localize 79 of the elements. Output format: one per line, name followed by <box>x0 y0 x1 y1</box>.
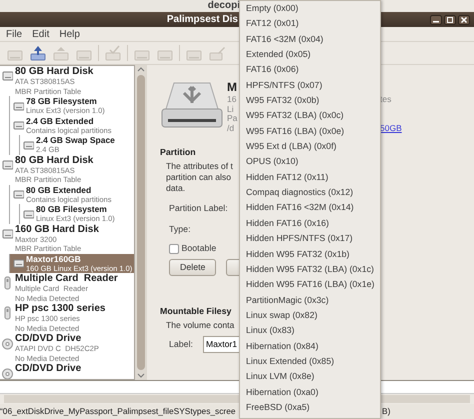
window-title: Palimpsest Dis <box>166 13 238 27</box>
menu-item[interactable]: Edit <box>32 26 50 42</box>
menu-item[interactable]: PartitionMagic (0x3c) <box>246 292 329 308</box>
device-title: CD/DVD Drive <box>15 333 82 344</box>
menu-item[interactable]: Hidden FAT12 (0x11) <box>246 170 328 186</box>
minimize-icon[interactable] <box>430 14 442 24</box>
menu-item[interactable]: W95 Ext d (LBA) (0x0f) <box>246 139 336 154</box>
drive-icon[interactable] <box>29 44 47 62</box>
device-title: HP psc 1300 series <box>15 303 106 314</box>
label-field[interactable]: Maxtor1 <box>202 336 239 353</box>
menu-item[interactable]: Hibernation (0xa0) <box>246 384 318 400</box>
drive-icon <box>23 208 34 220</box>
drive-icon <box>13 100 24 112</box>
device-title: CD/DVD Drive <box>15 363 82 374</box>
menu-item[interactable]: Extended (0x05) <box>246 47 311 62</box>
menu-item[interactable]: FAT16 (0x06) <box>246 62 299 78</box>
status-text: B) <box>382 406 390 416</box>
menu-item[interactable]: OPUS (0x10) <box>246 154 298 170</box>
menu-item[interactable]: Hidden FAT16 (0x16) <box>246 216 329 232</box>
description-text: The volume conta <box>166 320 234 331</box>
menu-item[interactable]: W95 FAT32 (0x0b) <box>246 93 320 108</box>
menu-item[interactable]: FreeBSD (0xa5) <box>246 400 310 416</box>
maximize-icon[interactable] <box>444 14 456 24</box>
menu-item[interactable]: Linux LVM (0x8e) <box>246 369 314 385</box>
item-title: 80 GB Filesystem <box>36 204 108 214</box>
menu-item[interactable]: Hibernation (0x84) <box>246 338 318 354</box>
device-title: 80 GB Hard Disk <box>15 66 94 77</box>
section-heading: Mountable Filesy <box>160 306 232 317</box>
menu-item[interactable]: File <box>6 26 22 42</box>
detail-text: /d <box>227 124 234 133</box>
menu-item[interactable]: Linux (0x83) <box>246 323 294 339</box>
menu-item[interactable]: FAT16 <32M (0x04) <box>246 32 324 48</box>
menu-item[interactable]: Linux Extended (0x85) <box>246 354 334 370</box>
field-label: Type: <box>169 224 191 234</box>
menu-item[interactable]: Hidden FAT16 <32M (0x14) <box>246 200 354 216</box>
menu-item[interactable]: Hidden W95 FAT16 (LBA) (0x1e) <box>246 277 374 293</box>
field-label: Label: <box>169 338 193 351</box>
item-title: Maxtor160GB <box>26 254 82 264</box>
item-title: 78 GB Filesystem <box>26 96 98 106</box>
menu-item[interactable]: FAT12 (0x01) <box>246 16 299 32</box>
device-heading: M <box>227 79 237 95</box>
section-heading: Partition <box>160 147 196 158</box>
menu-item[interactable]: Hidden HPFS/NTFS (0x17) <box>246 231 353 246</box>
detail-text: Li <box>227 104 234 114</box>
close-icon[interactable] <box>458 14 470 24</box>
drive-icon <box>13 257 24 270</box>
field-label: Partition Label: <box>169 202 228 213</box>
device-title: 80 GB Hard Disk <box>15 154 94 166</box>
menu-item[interactable]: W95 FAT32 (LBA) (0x0c) <box>246 108 344 124</box>
menu-item[interactable]: W95 FAT16 (LBA) (0x0e) <box>246 124 344 140</box>
description-text: The attributes of t partition can also data. <box>166 160 233 194</box>
device-link[interactable]: 50GB <box>380 124 402 133</box>
drive-icon <box>13 188 24 200</box>
drive-icon <box>23 138 34 151</box>
menu-item[interactable]: HPFS/NTFS (0x07) <box>246 78 322 94</box>
item-title: 80 GB Extended <box>26 184 92 194</box>
menu-item[interactable]: Empty (0x00) <box>246 1 298 16</box>
scrollbar[interactable] <box>135 65 147 380</box>
item-title: 2.4 GB Swap Space <box>36 135 115 145</box>
menu-item[interactable]: Linux swap (0x82) <box>246 308 318 324</box>
scroll-up-icon[interactable] <box>137 67 145 72</box>
checkbox[interactable] <box>169 244 179 254</box>
menu-item[interactable]: Hidden W95 FAT32 (0x1b) <box>246 246 350 262</box>
checkbox-label[interactable]: Bootable <box>182 242 216 256</box>
item-title: 2.4 GB Extended <box>26 116 95 126</box>
menu-item[interactable]: Hidden W95 FAT32 (LBA) (0x1c) <box>246 262 374 278</box>
device-title: Multiple Card Reader <box>15 273 118 284</box>
delete-button[interactable]: Delete <box>169 259 216 276</box>
menu-item[interactable]: Compaq diagnostics (0x12) <box>246 185 354 200</box>
tree-item[interactable]: CD/DVD Drive <box>0 363 134 379</box>
file-name: “06_extDiskDrive_MyPassport_Palimpsest_fileSYStypes_scree <box>0 405 236 418</box>
device-title: 160 GB Hard Disk <box>15 224 99 234</box>
scroll-down-icon[interactable] <box>137 373 145 378</box>
menu-item[interactable]: Help <box>59 26 80 42</box>
detail-text: Pa <box>227 114 238 124</box>
drive-icon <box>13 119 24 132</box>
window-title: decopi <box>208 0 240 12</box>
scrollbar-thumb[interactable] <box>137 75 145 370</box>
detail-text: 16 <box>227 95 236 104</box>
